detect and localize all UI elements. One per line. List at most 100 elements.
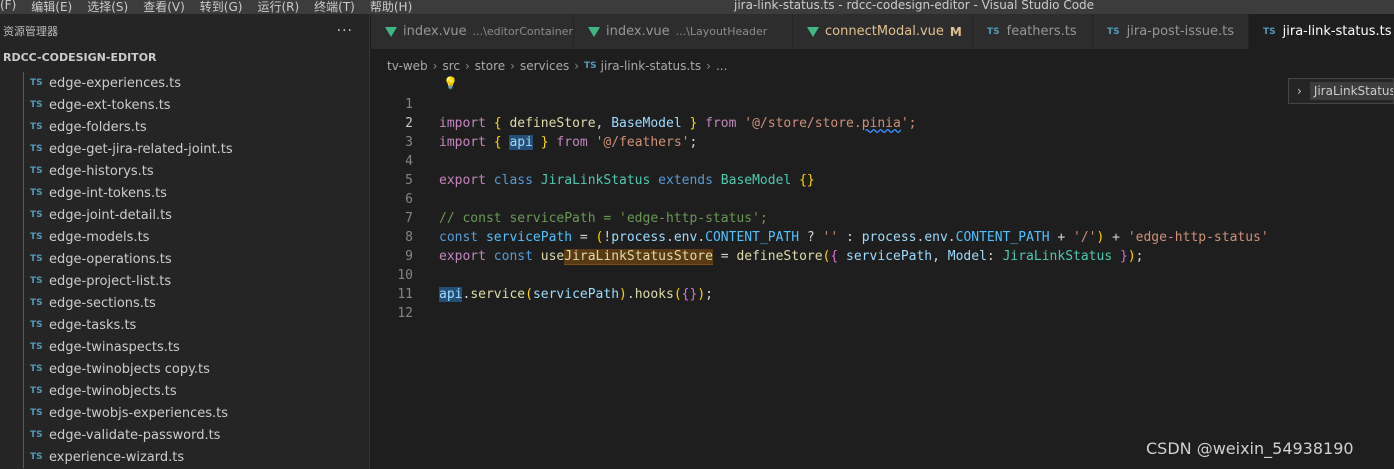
file-name: edge-int-tokens.ts xyxy=(49,185,167,201)
file-tree-item[interactable]: TS edge-tasks.ts xyxy=(0,314,369,336)
file-tree-item[interactable]: TS edge-folders.ts xyxy=(0,116,369,138)
more-actions-icon[interactable]: ··· xyxy=(337,23,353,39)
code-line: 6 // const servicePath = 'edge-http-stat… xyxy=(371,171,1394,226)
modified-badge: M xyxy=(949,24,962,39)
file-name: edge-folders.ts xyxy=(49,119,147,135)
chevron-right-icon: › xyxy=(510,59,515,73)
tab-label: jira-link-status.ts xyxy=(1282,24,1392,39)
code-line: 4 export class JiraLinkStatus extends Ba… xyxy=(371,133,1394,188)
file-name: edge-twinaspects.ts xyxy=(49,339,180,355)
code-line: 10 api.service(servicePath).hooks({}); xyxy=(371,247,1394,302)
file-tree-item[interactable]: TS edge-get-jira-related-joint.ts xyxy=(0,138,369,160)
workspace-section-header[interactable]: RDCC-CODESIGN-EDITOR xyxy=(0,47,369,67)
file-tree-item[interactable]: TS edge-validate-password.ts xyxy=(0,424,369,446)
file-tree-item[interactable]: TS edge-ext-tokens.ts xyxy=(0,94,369,116)
tab-index-vue-layout-header[interactable]: index.vue ...\LayoutHeader xyxy=(574,14,793,49)
explorer-title: 资源管理器 xyxy=(3,24,58,38)
file-tree-item[interactable]: TS edge-twobjs-experiences.ts xyxy=(0,402,369,424)
menu-run[interactable]: 运行(R) xyxy=(257,0,299,14)
typescript-file-icon: TS xyxy=(987,26,1000,37)
lightbulb-icon[interactable]: 💡 xyxy=(443,74,458,93)
menu-edit[interactable]: 编辑(E) xyxy=(31,0,72,14)
chevron-right-icon: › xyxy=(432,59,438,73)
typescript-file-icon: TS xyxy=(30,144,43,154)
file-tree-item[interactable]: TS experience-wizard.ts xyxy=(0,446,369,468)
tab-description: ...\editorContainer xyxy=(472,25,573,38)
file-name: edge-twobjs-experiences.ts xyxy=(49,405,229,421)
typescript-file-icon: TS xyxy=(30,386,43,396)
tab-jira-post-issue-ts[interactable]: TS jira-post-issue.ts xyxy=(1093,14,1249,49)
file-name: edge-joint-detail.ts xyxy=(49,207,172,223)
breadcrumb-file[interactable]: jira-link-status.ts xyxy=(601,59,701,73)
window-title: jira-link-status.ts - rdcc-codesign-edit… xyxy=(734,0,1095,12)
file-name: edge-operations.ts xyxy=(49,251,172,267)
outline-symbol-label: JiraLinkStatus xyxy=(1309,82,1393,100)
file-name: experience-wizard.ts xyxy=(49,449,185,465)
chevron-right-icon: › xyxy=(574,59,580,73)
breadcrumb-more[interactable]: ... xyxy=(716,59,727,73)
file-name: edge-sections.ts xyxy=(49,295,156,311)
breadcrumb-item[interactable]: services xyxy=(520,59,569,73)
chevron-right-icon: › xyxy=(706,59,711,73)
code-line: 9 xyxy=(371,228,1394,264)
typescript-file-icon: TS xyxy=(30,408,43,418)
file-name: edge-tasks.ts xyxy=(49,317,137,333)
file-name: edge-twinobjects.ts xyxy=(49,383,177,399)
typescript-file-icon: TS xyxy=(30,166,43,176)
tab-label: feathers.ts xyxy=(1006,24,1077,39)
typescript-file-icon: TS xyxy=(1107,26,1120,37)
code-line: 7 const servicePath = (!process.env.CONT… xyxy=(371,190,1394,245)
file-tree-item[interactable]: TS edge-int-tokens.ts xyxy=(0,182,369,204)
code-line: 12 xyxy=(371,285,1394,321)
menu-view[interactable]: 查看(V) xyxy=(143,0,185,14)
line-number: 12 xyxy=(397,306,413,321)
breadcrumb-item[interactable]: tv-web xyxy=(387,59,428,73)
file-tree-item[interactable]: TS edge-sections.ts xyxy=(0,292,369,314)
menu-file[interactable]: (F) xyxy=(0,0,16,14)
tab-jira-link-status-ts[interactable]: TS jira-link-status.ts ✕ xyxy=(1249,14,1394,49)
file-tree-item[interactable]: TS edge-twinobjects copy.ts xyxy=(0,358,369,380)
typescript-file-icon: TS xyxy=(30,254,43,264)
explorer-sidebar: 资源管理器 ··· RDCC-CODESIGN-EDITOR TS edge-ex… xyxy=(0,14,370,469)
typescript-file-icon: TS xyxy=(30,188,43,198)
file-tree-item[interactable]: TS edge-experiences.ts xyxy=(0,72,369,94)
outline-widget[interactable]: › JiraLinkStatus xyxy=(1288,78,1394,104)
file-tree-item[interactable]: TS edge-models.ts xyxy=(0,226,369,248)
code-editor[interactable]: 1 import { defineStore, BaseModel } from… xyxy=(371,76,1394,469)
code-line: 3 xyxy=(371,114,1394,150)
code-line: 1 import { defineStore, BaseModel } from… xyxy=(371,74,1394,131)
file-name: edge-get-jira-related-joint.ts xyxy=(49,141,233,157)
typescript-file-icon: TS xyxy=(30,452,43,462)
tab-description: ...\LayoutHeader xyxy=(675,25,768,38)
chevron-right-icon[interactable]: › xyxy=(1297,84,1302,98)
file-name: edge-historys.ts xyxy=(49,163,154,179)
menu-help[interactable]: 帮助(H) xyxy=(370,0,412,14)
tab-connect-modal-vue[interactable]: connectModal.vue M xyxy=(793,14,973,49)
typescript-file-icon: TS xyxy=(30,122,43,132)
typescript-file-icon: TS xyxy=(30,78,43,88)
typescript-file-icon: TS xyxy=(30,430,43,440)
file-tree-item[interactable]: TS edge-joint-detail.ts xyxy=(0,204,369,226)
file-tree-item[interactable]: TS edge-twinobjects.ts xyxy=(0,380,369,402)
file-tree-item[interactable]: TS edge-historys.ts xyxy=(0,160,369,182)
tab-index-vue-editor-container[interactable]: index.vue ...\editorContainer xyxy=(371,14,574,49)
editor-tab-bar: index.vue ...\editorContainer index.vue … xyxy=(371,14,1394,49)
watermark: CSDN @weixin_54938190 xyxy=(1146,439,1354,458)
file-tree-item[interactable]: TS edge-operations.ts xyxy=(0,248,369,270)
file-tree-item[interactable]: TS edge-twinaspects.ts xyxy=(0,336,369,358)
typescript-file-icon: TS xyxy=(30,364,43,374)
file-name: edge-project-list.ts xyxy=(49,273,172,289)
file-name: edge-models.ts xyxy=(49,229,150,245)
tab-label: index.vue xyxy=(606,24,670,39)
breadcrumb-item[interactable]: store xyxy=(475,59,505,73)
menu-go[interactable]: 转到(G) xyxy=(200,0,243,14)
tab-label: index.vue xyxy=(403,24,467,39)
file-tree-item[interactable]: TS edge-project-list.ts xyxy=(0,270,369,292)
typescript-file-icon: TS xyxy=(30,100,43,110)
file-name: edge-ext-tokens.ts xyxy=(49,97,171,113)
breadcrumb-item[interactable]: src xyxy=(442,59,460,73)
file-name: edge-experiences.ts xyxy=(49,75,182,91)
menu-selection[interactable]: 选择(S) xyxy=(87,0,128,14)
tab-feathers-ts[interactable]: TS feathers.ts xyxy=(973,14,1093,49)
menu-terminal[interactable]: 终端(T) xyxy=(314,0,355,14)
